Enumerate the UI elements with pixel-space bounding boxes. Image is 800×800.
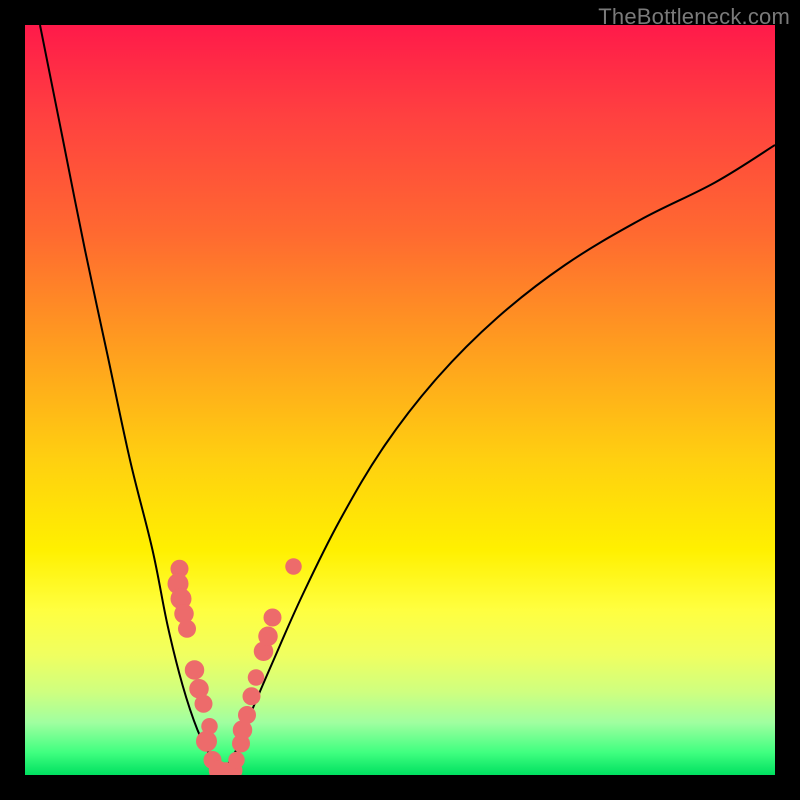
marker-point bbox=[194, 695, 212, 713]
marker-point bbox=[185, 660, 205, 679]
data-markers bbox=[168, 558, 302, 775]
marker-point bbox=[258, 627, 278, 646]
chart-frame: TheBottleneck.com bbox=[0, 0, 800, 800]
marker-point bbox=[238, 706, 256, 724]
marker-point bbox=[264, 609, 282, 627]
marker-point bbox=[228, 752, 245, 769]
marker-point bbox=[196, 731, 217, 752]
chart-svg bbox=[25, 25, 775, 775]
marker-point bbox=[178, 620, 196, 638]
marker-point bbox=[243, 687, 261, 705]
marker-point bbox=[248, 669, 265, 686]
plot-area bbox=[25, 25, 775, 775]
marker-point bbox=[285, 558, 302, 574]
bottleneck-curve bbox=[40, 25, 775, 775]
curve-right-branch bbox=[220, 145, 775, 775]
watermark-text: TheBottleneck.com bbox=[598, 4, 790, 30]
